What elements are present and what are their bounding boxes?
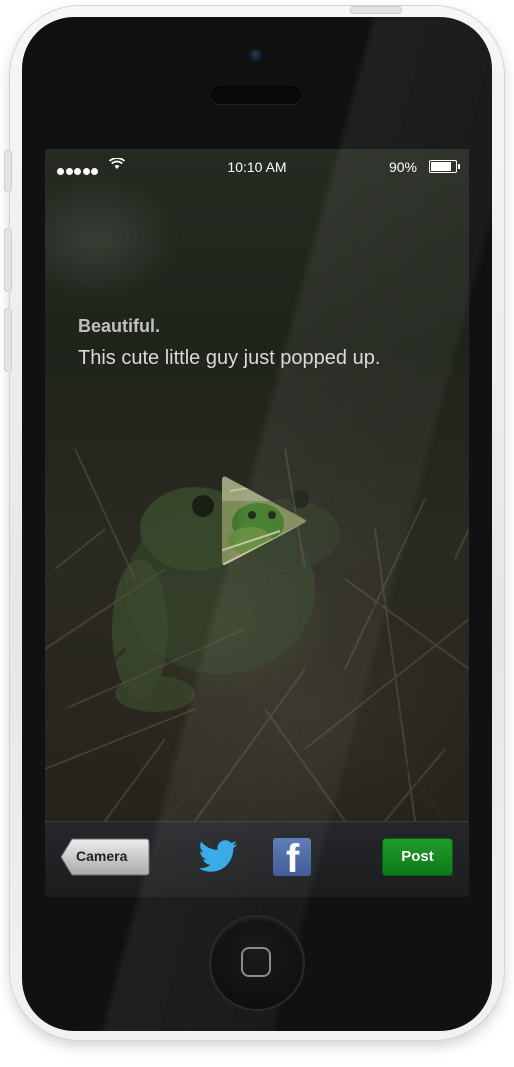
battery-icon	[429, 160, 457, 173]
front-camera	[249, 49, 263, 63]
post-title: Beautiful.	[78, 316, 161, 336]
mute-switch	[4, 150, 12, 192]
facebook-icon[interactable]: f	[273, 838, 311, 876]
play-icon[interactable]	[220, 471, 310, 571]
volume-up-button	[4, 228, 12, 292]
home-square-icon	[241, 947, 271, 977]
bottom-toolbar: Camera f Post	[45, 821, 469, 897]
facebook-glyph: f	[286, 838, 300, 876]
battery-fill	[431, 162, 451, 171]
twitter-icon[interactable]	[200, 840, 238, 872]
status-bar: 10:10 AM 90%	[45, 149, 469, 185]
post-caption: This cute little guy just popped up.	[78, 347, 381, 369]
battery-percentage: 90%	[388, 159, 417, 175]
camera-button-label: Camera	[76, 848, 128, 864]
screen: 10:10 AM 90% Beautiful. This cute little…	[45, 149, 469, 897]
camera-back-button[interactable]: Camera	[60, 838, 150, 876]
post-button[interactable]: Post	[382, 838, 453, 876]
volume-down-button	[4, 308, 12, 372]
home-button[interactable]	[211, 917, 303, 1009]
power-button	[350, 6, 402, 14]
battery-tip	[458, 164, 460, 169]
earpiece-speaker	[211, 86, 301, 104]
